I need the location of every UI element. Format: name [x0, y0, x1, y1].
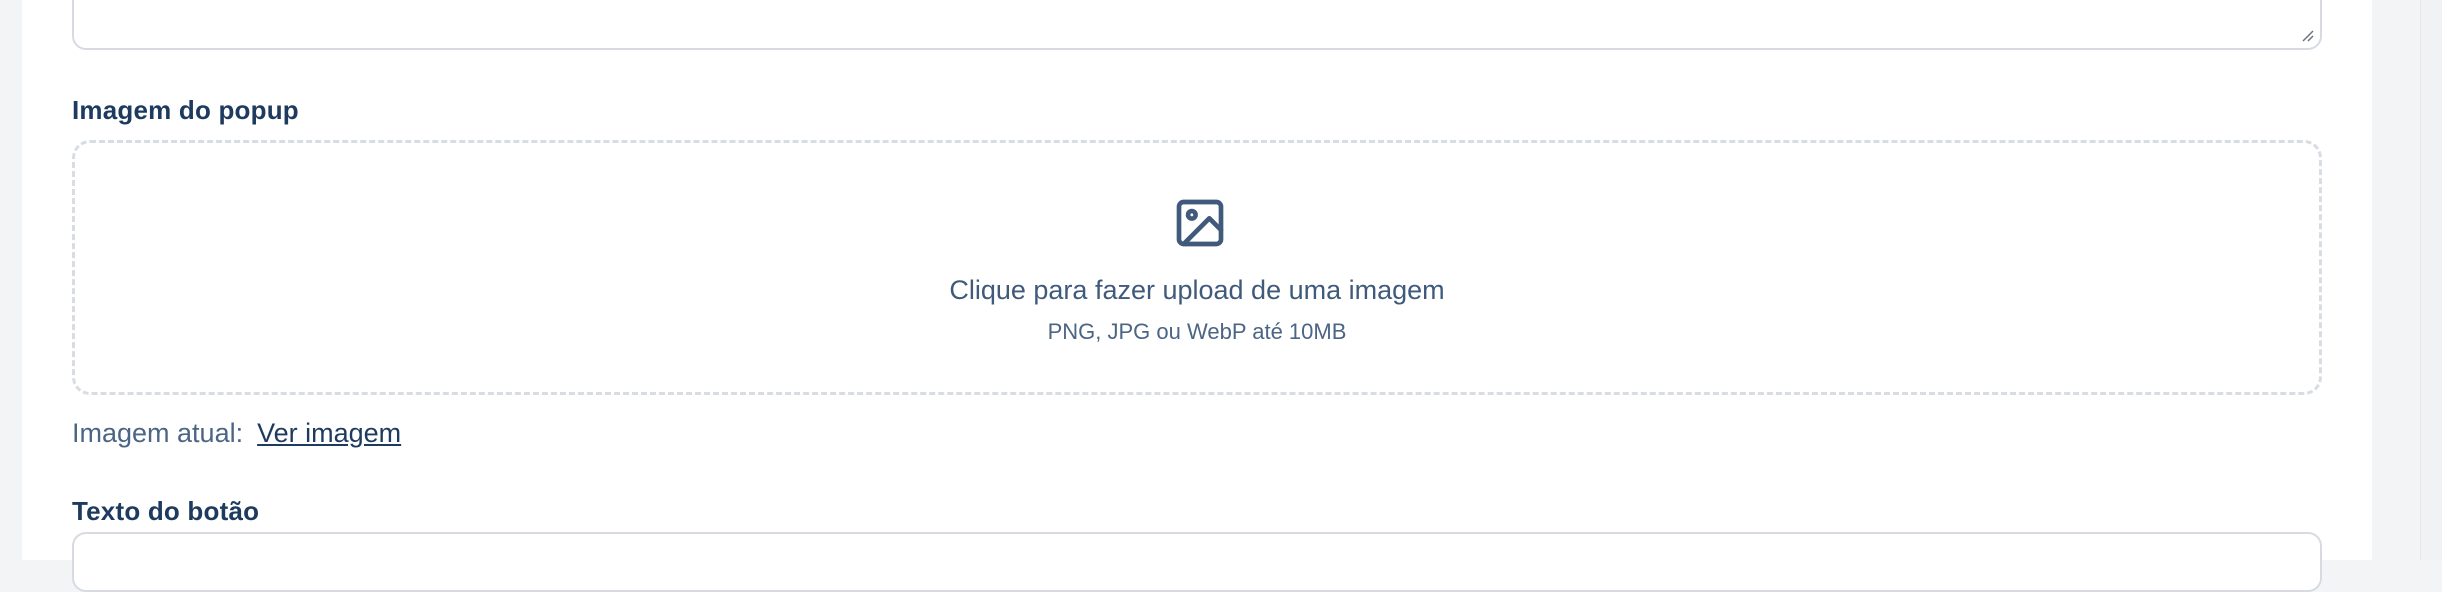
upload-instruction: Clique para fazer upload de uma imagem: [949, 275, 1445, 305]
current-image-label: Imagem atual:: [72, 418, 244, 448]
resize-handle-icon[interactable]: [2300, 28, 2314, 42]
button-text-input[interactable]: [72, 532, 2322, 592]
image-field-label: Imagem do popup: [72, 95, 299, 125]
current-image-row: Imagem atual: Ver imagem: [72, 418, 401, 449]
scrollbar-track[interactable]: [2420, 0, 2442, 560]
image-upload-dropzone[interactable]: Clique para fazer upload de uma imagem P…: [72, 140, 2322, 395]
button-text-field-label: Texto do botão: [72, 496, 260, 526]
upload-file-types: PNG, JPG ou WebP até 10MB: [1047, 319, 1347, 344]
description-textarea[interactable]: [72, 0, 2322, 50]
view-image-link[interactable]: Ver imagem: [257, 418, 401, 448]
image-icon: [1176, 199, 1224, 247]
